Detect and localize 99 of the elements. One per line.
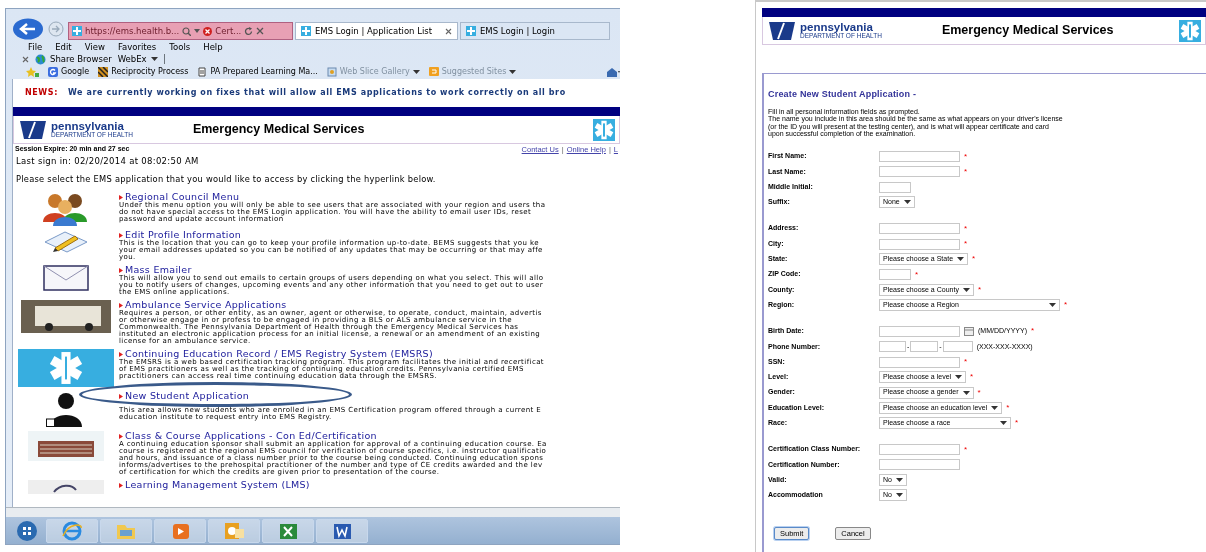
news-text: We are currently working on fixes that will allow all EMS applications to work correctly on all bro [67,87,566,99]
bullet-arrow-icon [119,267,123,273]
bullet-arrow-icon [119,302,123,308]
input-field[interactable] [879,459,960,471]
input-field[interactable] [879,223,960,235]
required-mark: * [964,165,968,178]
caret-icon [903,200,911,205]
site-title: Emergency Medical Services [941,22,1115,40]
required-mark: * [977,386,981,399]
caret-icon [955,375,963,380]
caret-icon [895,493,903,498]
last-sign-in-text: Last sign in: 02/20/2014 at 08:02:50 AM [15,155,200,167]
caret-icon [509,70,517,74]
caret-icon [957,257,965,262]
bullet-arrow-icon [119,433,123,439]
caret-icon [1049,303,1056,308]
application-link[interactable]: Ambulance Service Applications [119,300,287,310]
toolbar-button[interactable]: Share Browser [35,52,112,66]
pencil-paper-icon [43,230,89,254]
home-icon[interactable] [606,66,620,78]
flag-icon [98,67,109,77]
input-field[interactable] [879,151,960,162]
search-logo-icon [48,67,58,77]
required-mark: * [964,356,968,369]
favorites-star-icon[interactable] [26,67,39,77]
required-mark: * [970,371,974,384]
date-field[interactable] [879,326,960,337]
globe-icon [35,53,46,65]
menu-item[interactable]: Help [203,40,223,54]
required-mark: * [1015,417,1019,430]
required-mark: * [1064,299,1068,312]
required-mark: * [964,238,968,250]
menu-item[interactable]: Edit [55,40,72,54]
news-label: NEWS: [25,87,58,99]
state-name: pennsylvania [51,120,125,132]
site-favicon-icon [466,26,476,36]
browser-tab[interactable]: EMS Login | Application List [295,22,458,40]
web-slice-icon [326,67,337,77]
browser-tab[interactable]: EMS Login | Login [460,22,610,40]
application-link[interactable]: Edit Profile Information [119,230,242,240]
required-mark: * [915,268,919,281]
form-title: Create New Student Application - [768,88,918,101]
input-field[interactable] [879,238,960,250]
menu-item[interactable]: View [84,40,105,54]
required-mark: * [1031,325,1035,338]
input-field[interactable] [879,269,911,281]
bullet-arrow-icon [119,232,123,238]
input-field[interactable] [942,341,973,353]
application-link[interactable]: Regional Council Menu [119,192,240,202]
required-mark: * [964,150,968,163]
instruction-text: Please select the EMS application that you would like to access by clicking the hyperlink below. [15,173,437,186]
favorite-link[interactable]: Reciprocity Process [98,66,189,78]
caret-icon [1000,421,1007,426]
envelope-icon [43,265,89,291]
application-link[interactable]: Class & Course Applications - Con Ed/Certification [119,431,377,441]
caret-icon [412,70,420,74]
e-logo-icon[interactable] [59,519,85,542]
favorite-link[interactable]: PA Prepared Learning Ma... [197,66,318,78]
menu-item[interactable]: File [28,40,43,54]
input-field[interactable] [879,181,911,193]
caret-icon [991,405,999,410]
required-mark: * [977,283,981,296]
bullet-arrow-icon [119,393,123,399]
close-icon[interactable] [22,55,29,63]
back-button[interactable] [12,16,44,40]
arc-icon [28,480,104,494]
input-field[interactable] [910,341,939,353]
bullet-arrow-icon [119,194,123,200]
caret-icon [962,287,970,292]
required-mark: * [972,253,976,266]
state-name: pennsylvania [800,21,874,33]
toolbar-button[interactable]: WebEx [117,52,158,66]
sites-icon [428,67,439,77]
caret-icon [895,478,903,483]
input-field[interactable] [879,341,906,353]
required-mark: * [964,222,968,235]
required-mark: * [964,443,968,456]
input-field[interactable] [879,356,960,368]
input-field[interactable] [879,444,960,456]
application-link[interactable]: Continuing Education Record / EMS Registry System (EMSRS) [119,349,433,359]
application-link[interactable]: Mass Emailer [119,265,192,275]
input-field[interactable] [879,166,960,178]
menu-item[interactable]: Favorites [117,40,157,54]
favorite-link[interactable]: Google [48,66,90,78]
bullet-arrow-icon [119,351,123,357]
application-link[interactable]: Learning Management System (LMS) [119,480,310,490]
start-orb-icon[interactable] [14,519,40,542]
required-mark: * [1006,401,1010,414]
site-favicon-icon [301,26,311,36]
site-title: Emergency Medical Services [192,121,366,139]
caret-icon [962,390,970,395]
close-icon[interactable] [445,27,452,35]
bullet-arrow-icon [119,482,123,488]
calendar-icon[interactable] [964,327,974,336]
menu-item[interactable]: Tools [169,40,191,54]
page-icon [197,67,208,77]
application-link[interactable]: New Student Application [119,391,250,401]
caret-icon [150,57,158,61]
star-of-life-icon [18,349,114,387]
